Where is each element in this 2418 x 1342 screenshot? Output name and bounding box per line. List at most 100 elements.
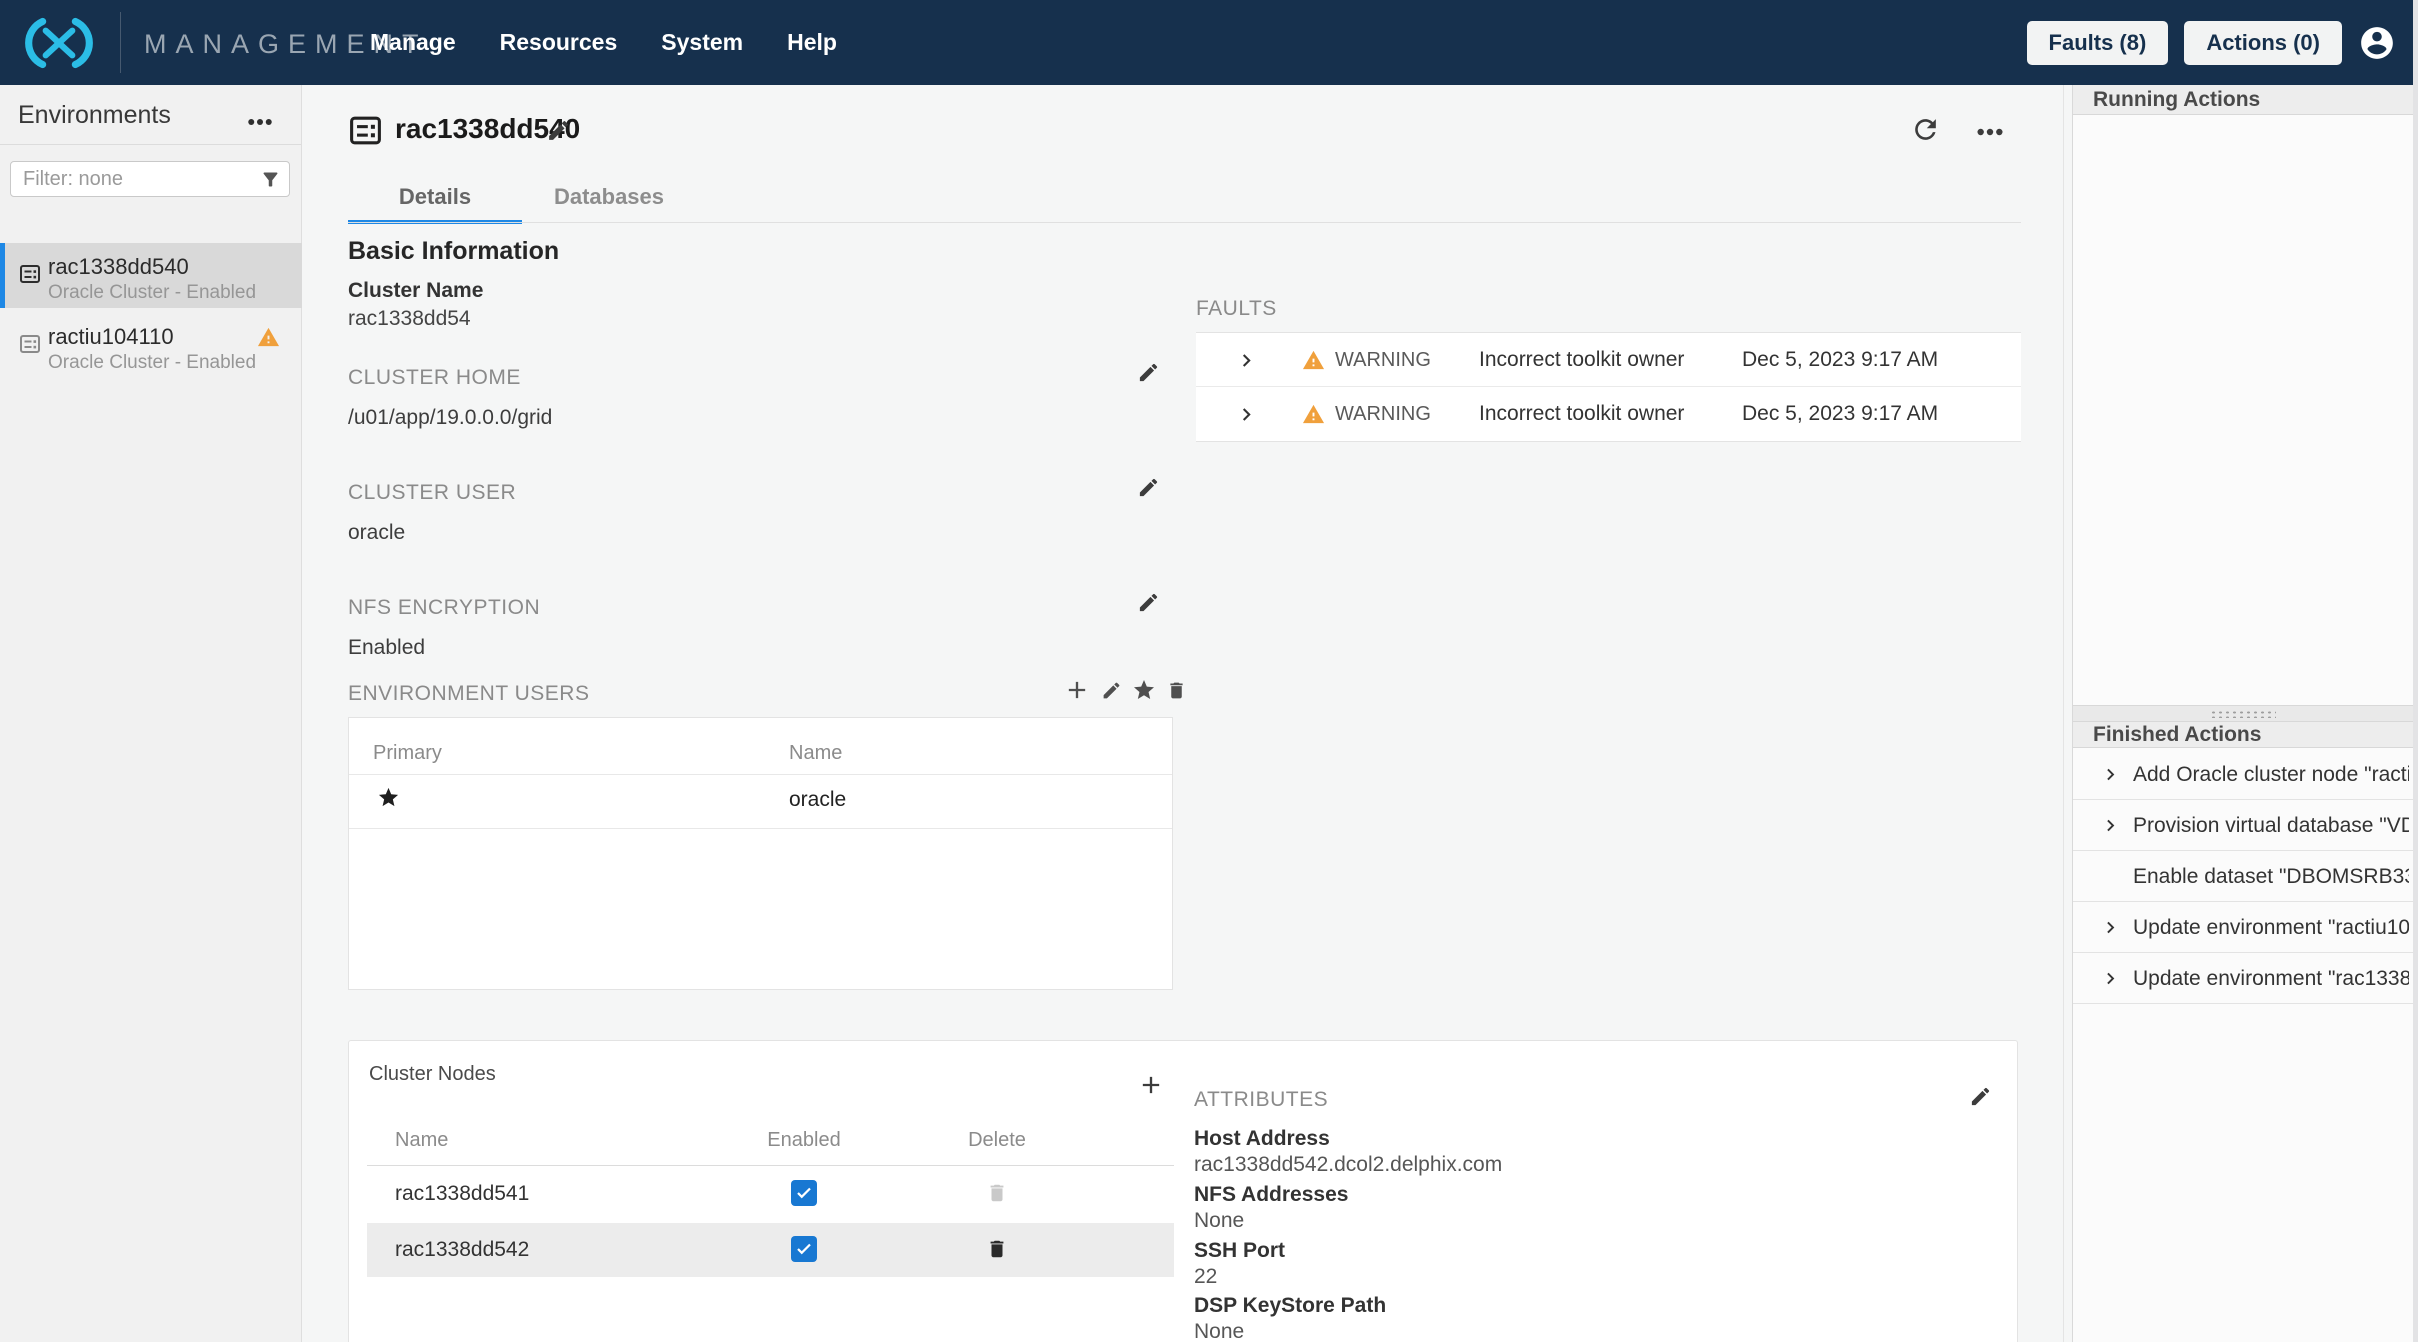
environment-users-toolbar bbox=[1063, 676, 1187, 704]
warning-icon bbox=[1302, 349, 1325, 372]
host-address-value: rac1338dd542.dcol2.delphix.com bbox=[1194, 1153, 1502, 1177]
enabled-checkbox[interactable] bbox=[791, 1236, 817, 1262]
filter-icon[interactable] bbox=[260, 169, 281, 190]
user-name: oracle bbox=[789, 788, 846, 812]
expand-chevron-icon[interactable] bbox=[2099, 967, 2122, 990]
cluster-nodes-card: Cluster Nodes Name Enabled Delete rac133… bbox=[348, 1040, 2018, 1342]
filter-input[interactable] bbox=[10, 161, 290, 197]
enabled-checkbox[interactable] bbox=[791, 1180, 817, 1206]
finished-action-item[interactable]: Update environment "ractiu104110". bbox=[2073, 902, 2413, 953]
ssh-port-label: SSH Port bbox=[1194, 1239, 1285, 1263]
nfs-encryption-edit-icon[interactable] bbox=[1137, 591, 1160, 614]
faults-label: FAULTS bbox=[1196, 297, 1277, 321]
finished-action-item[interactable]: Update environment "rac1338dd54... bbox=[2073, 953, 2413, 1004]
node-name: rac1338dd541 bbox=[395, 1182, 529, 1206]
dsp-keystore-path-value: None bbox=[1194, 1320, 1244, 1342]
actions-button[interactable]: Actions (0) bbox=[2184, 21, 2342, 65]
edit-attributes-icon[interactable] bbox=[1969, 1085, 1992, 1108]
ssh-port-value: 22 bbox=[1194, 1265, 1217, 1289]
attributes-label: ATTRIBUTES bbox=[1194, 1088, 1328, 1112]
expand-chevron-icon[interactable] bbox=[2099, 763, 2122, 786]
tab-databases[interactable]: Databases bbox=[522, 180, 696, 224]
sidebar-title: Environments bbox=[18, 101, 171, 130]
finished-actions-list: Add Oracle cluster node "ractiu104... Pr… bbox=[2073, 749, 2413, 1004]
expand-chevron-icon[interactable] bbox=[2099, 814, 2122, 837]
environment-subtitle: Oracle Cluster - Enabled bbox=[48, 282, 256, 304]
basic-information-heading: Basic Information bbox=[348, 237, 559, 266]
action-label: Update environment "rac1338dd54... bbox=[2133, 953, 2409, 1004]
refresh-icon[interactable] bbox=[1910, 114, 1941, 145]
environment-icon bbox=[18, 332, 42, 356]
main-menu: Manage Resources System Help bbox=[370, 0, 837, 85]
edit-user-icon[interactable] bbox=[1101, 680, 1122, 701]
running-actions-header: Running Actions bbox=[2073, 85, 2413, 115]
fault-title: Incorrect toolkit owner bbox=[1479, 402, 1684, 426]
expand-chevron-icon[interactable] bbox=[1234, 402, 1259, 427]
environment-details-panel: rac1338dd540 Details Databases Basic Inf… bbox=[303, 85, 2063, 1342]
nfs-encryption-label: NFS ENCRYPTION bbox=[348, 596, 540, 620]
sidebar-filter bbox=[10, 161, 290, 197]
finished-action-item[interactable]: Enable dataset "DBOMSRB331B3". bbox=[2073, 851, 2413, 902]
set-primary-star-icon[interactable] bbox=[1132, 678, 1156, 702]
add-user-icon[interactable] bbox=[1063, 676, 1091, 704]
action-label: Enable dataset "DBOMSRB331B3". bbox=[2133, 851, 2409, 902]
environments-sidebar: Environments rac1338dd540 Oracle Cluster… bbox=[0, 85, 302, 1342]
menu-item-help[interactable]: Help bbox=[787, 29, 837, 56]
finished-action-item[interactable]: Add Oracle cluster node "ractiu104... bbox=[2073, 749, 2413, 800]
panel-splitter-handle[interactable] bbox=[2073, 705, 2413, 722]
finished-action-item[interactable]: Provision virtual database "VDBO_... bbox=[2073, 800, 2413, 851]
fault-row[interactable]: WARNING Incorrect toolkit owner Dec 5, 2… bbox=[1196, 387, 2021, 441]
delete-node-icon[interactable] bbox=[986, 1238, 1008, 1260]
nfs-addresses-label: NFS Addresses bbox=[1194, 1183, 1348, 1207]
cluster-home-label: CLUSTER HOME bbox=[348, 366, 521, 390]
fault-date: Dec 5, 2023 9:17 AM bbox=[1742, 348, 1938, 372]
action-label: Update environment "ractiu104110". bbox=[2133, 902, 2409, 953]
delete-user-icon[interactable] bbox=[1166, 680, 1187, 701]
column-header-enabled: Enabled bbox=[759, 1129, 849, 1152]
selected-indicator bbox=[0, 243, 5, 308]
table-divider bbox=[349, 828, 1172, 829]
environment-icon bbox=[18, 262, 42, 286]
more-actions-icon[interactable] bbox=[1974, 116, 2006, 148]
menu-item-resources[interactable]: Resources bbox=[500, 29, 618, 56]
faults-table: WARNING Incorrect toolkit owner Dec 5, 2… bbox=[1196, 332, 2021, 442]
faults-button[interactable]: Faults (8) bbox=[2027, 21, 2169, 65]
rename-pencil-icon[interactable] bbox=[546, 118, 571, 143]
cluster-user-label: CLUSTER USER bbox=[348, 481, 516, 505]
warning-icon bbox=[1302, 403, 1325, 426]
tab-details[interactable]: Details bbox=[348, 180, 522, 224]
cluster-home-edit-icon[interactable] bbox=[1137, 361, 1160, 384]
environment-name: ractiu104110 bbox=[48, 324, 174, 350]
delete-node-icon[interactable] bbox=[986, 1182, 1008, 1204]
cluster-node-row[interactable]: rac1338dd541 bbox=[367, 1166, 1174, 1223]
fault-row[interactable]: WARNING Incorrect toolkit owner Dec 5, 2… bbox=[1196, 333, 2021, 387]
cluster-name-label: Cluster Name bbox=[348, 279, 483, 303]
nfs-encryption-value: Enabled bbox=[348, 636, 425, 660]
expand-chevron-icon[interactable] bbox=[2099, 916, 2122, 939]
cluster-nodes-label: Cluster Nodes bbox=[369, 1063, 496, 1086]
sidebar-divider bbox=[0, 144, 301, 145]
action-label: Add Oracle cluster node "ractiu104... bbox=[2133, 749, 2409, 800]
cluster-user-edit-icon[interactable] bbox=[1137, 476, 1160, 499]
add-node-icon[interactable] bbox=[1137, 1071, 1165, 1099]
actions-panel: Running Actions Finished Actions Add Ora… bbox=[2072, 85, 2413, 1342]
sidebar-more-icon[interactable] bbox=[245, 107, 275, 137]
nfs-addresses-value: None bbox=[1194, 1209, 1244, 1233]
column-header-primary: Primary bbox=[373, 742, 442, 765]
user-account-icon[interactable] bbox=[2358, 24, 2396, 62]
column-header-name: Name bbox=[789, 742, 842, 765]
expand-chevron-icon[interactable] bbox=[1234, 348, 1259, 373]
cluster-node-row[interactable]: rac1338dd542 bbox=[367, 1223, 1174, 1277]
primary-star-icon bbox=[377, 786, 400, 809]
sidebar-item-rac1338dd540[interactable]: rac1338dd540 Oracle Cluster - Enabled bbox=[0, 243, 302, 308]
delphix-logo-icon bbox=[16, 17, 102, 69]
page-scrollbar[interactable] bbox=[2413, 0, 2418, 1342]
environment-subtitle: Oracle Cluster - Enabled bbox=[48, 352, 256, 374]
panel-divider bbox=[2063, 85, 2064, 1342]
menu-item-system[interactable]: System bbox=[661, 29, 743, 56]
finished-actions-header: Finished Actions bbox=[2073, 722, 2413, 748]
menu-item-manage[interactable]: Manage bbox=[370, 29, 456, 56]
sidebar-item-ractiu104110[interactable]: ractiu104110 Oracle Cluster - Enabled bbox=[0, 313, 302, 378]
environment-type-icon bbox=[347, 112, 384, 149]
table-divider bbox=[349, 774, 1172, 775]
